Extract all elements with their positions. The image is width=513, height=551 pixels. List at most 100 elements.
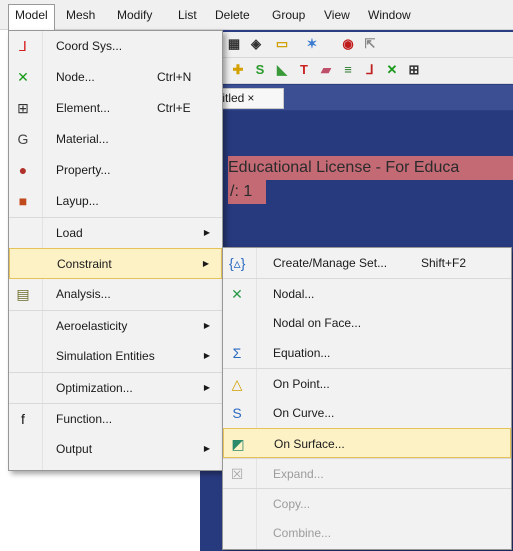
menu-modify[interactable]: Modify xyxy=(111,4,158,26)
on-point-icon: △ xyxy=(231,376,243,392)
model-menu-item-aeroelasticity[interactable]: Aeroelasticity ▶ xyxy=(9,310,222,341)
nodal-constraint-icon: ✕ xyxy=(231,286,243,302)
text-icon[interactable]: T xyxy=(296,62,312,78)
constraint-menu-item-label: Equation... xyxy=(273,346,331,360)
function-icon: f xyxy=(21,411,25,427)
analysis-icon: ▤ xyxy=(16,286,30,302)
menu-window[interactable]: Window xyxy=(362,4,417,26)
constraint-menu-item-label: Copy... xyxy=(273,497,311,511)
constraint-menu-item-combine: Combine... xyxy=(223,518,511,548)
constraint-menu-item-label: Combine... xyxy=(273,526,332,540)
model-menu-item-load[interactable]: Load ▶ xyxy=(9,217,222,248)
node-icon: ✕ xyxy=(17,69,29,85)
license-banner: Educational License - For Educa xyxy=(228,156,513,180)
constraint-submenu: {▵} Create/Manage Set... Shift+F2 ✕ Nodal...… xyxy=(222,247,512,550)
equation-icon: Σ xyxy=(232,345,242,361)
submenu-arrow-icon: ▶ xyxy=(203,383,210,392)
submenu-arrow-icon: ▶ xyxy=(203,444,210,453)
model-menu-item-optimization[interactable]: Optimization... ▶ xyxy=(9,372,222,403)
submenu-arrow-icon: ▶ xyxy=(203,351,210,360)
model-menu-item-label: Analysis... xyxy=(56,287,111,301)
constraint-menu-item-label: On Surface... xyxy=(274,437,345,451)
ruler-icon[interactable]: ▭ xyxy=(274,36,290,52)
model-menu-item-label: Output xyxy=(56,442,93,456)
expand-icon: ☒ xyxy=(230,466,244,482)
constraint-menu-item-nodal-on-face[interactable]: Nodal on Face... xyxy=(223,308,511,338)
constraint-menu-item-create-manage-set[interactable]: {▵} Create/Manage Set... Shift+F2 xyxy=(223,248,511,278)
model-menu-item-layup[interactable]: ■ Layup... xyxy=(9,186,222,217)
model-menu-item-label: Element... xyxy=(56,101,111,115)
model-menu-item-element[interactable]: ⊞ Element... Ctrl+E xyxy=(9,93,222,124)
model-menu-item-coord-sys[interactable]: ⅃ Coord Sys... xyxy=(9,31,222,62)
model-menu-item-label: Constraint xyxy=(57,257,112,271)
model-menu-item-label: Aeroelasticity xyxy=(56,319,128,333)
menu-group[interactable]: Group xyxy=(266,4,311,26)
cube-icon[interactable]: ◈ xyxy=(248,36,264,52)
on-curve-icon: S xyxy=(232,405,242,421)
constraint-menu-item-on-surface[interactable]: ◩ On Surface... xyxy=(223,428,511,458)
model-menu-item-label: Simulation Entities xyxy=(56,349,155,363)
menu-mesh[interactable]: Mesh xyxy=(60,4,101,26)
node-tool-icon[interactable]: ✕ xyxy=(384,62,400,78)
model-menu-item-node[interactable]: ✕ Node... Ctrl+N xyxy=(9,62,222,93)
model-menu: ⅃ Coord Sys... ✕ Node... Ctrl+N ⊞ Element... Ct… xyxy=(8,30,223,471)
layer-icon[interactable]: ≡ xyxy=(340,62,356,78)
document-tab-strip: titled × xyxy=(200,85,513,110)
surface-icon[interactable]: ◣ xyxy=(274,62,290,78)
submenu-arrow-icon: ▶ xyxy=(202,259,209,268)
pointer-icon[interactable]: ⇱ xyxy=(362,36,378,52)
constraint-menu-item-label: On Point... xyxy=(273,377,330,391)
model-menu-item-function[interactable]: f Function... xyxy=(9,403,222,434)
select-icon[interactable]: ◉ xyxy=(340,36,356,52)
model-menu-item-analysis[interactable]: ▤ Analysis... xyxy=(9,279,222,310)
model-menu-item-material[interactable]: G Material... xyxy=(9,124,222,155)
close-icon[interactable]: × xyxy=(247,91,254,105)
model-menu-item-property[interactable]: ● Property... xyxy=(9,155,222,186)
model-menu-item-label: Layup... xyxy=(56,194,99,208)
constraint-menu-item-nodal[interactable]: ✕ Nodal... xyxy=(223,278,511,308)
model-menu-item-output[interactable]: Output ▶ xyxy=(9,434,222,465)
constraint-menu-item-expand: ☒ Expand... xyxy=(223,458,511,488)
submenu-arrow-icon: ▶ xyxy=(203,321,210,330)
constraint-menu-item-equation[interactable]: Σ Equation... xyxy=(223,338,511,368)
grid-icon[interactable]: ▦ xyxy=(226,36,242,52)
model-menu-item-constraint[interactable]: Constraint ▶ xyxy=(9,248,222,279)
menu-view[interactable]: View xyxy=(318,4,356,26)
shortcut-text: Shift+F2 xyxy=(421,256,467,270)
menu-list[interactable]: List xyxy=(172,4,203,26)
model-menu-item-simulation-entities[interactable]: Simulation Entities ▶ xyxy=(9,341,222,372)
constraint-menu-item-on-curve[interactable]: S On Curve... xyxy=(223,398,511,428)
view-icon[interactable]: ✶ xyxy=(304,36,320,52)
coord-icon[interactable]: ⅃ xyxy=(362,62,378,78)
material-icon: G xyxy=(17,131,29,147)
on-surface-icon: ◩ xyxy=(231,436,245,452)
menu-model[interactable]: Model xyxy=(8,4,55,31)
shortcut-text: Ctrl+E xyxy=(157,101,191,115)
constraint-menu-item-label: Nodal... xyxy=(273,287,315,301)
toolbar-row-1: ▦ ◈ ▭ ✶ ◉ ⇱ xyxy=(200,32,513,58)
solid-icon[interactable]: ▰ xyxy=(318,62,334,78)
constraint-menu-item-on-point[interactable]: △ On Point... xyxy=(223,368,511,398)
constraint-menu-item-copy: Copy... xyxy=(223,488,511,518)
model-menu-item-label: Node... xyxy=(56,70,95,84)
model-menu-item-label: Optimization... xyxy=(56,381,133,395)
constraint-menu-item-label: Nodal on Face... xyxy=(273,316,362,330)
curve-icon[interactable]: S xyxy=(252,62,268,78)
version-banner: /: 1 xyxy=(228,180,266,204)
shortcut-text: Ctrl+N xyxy=(157,70,192,84)
element-tool-icon[interactable]: ⊞ xyxy=(406,62,422,78)
property-icon: ● xyxy=(18,162,28,178)
constraint-menu-item-label: On Curve... xyxy=(273,406,335,420)
constraint-menu-item-label: Create/Manage Set... xyxy=(273,256,388,270)
model-menu-item-label: Function... xyxy=(56,412,113,426)
model-menu-item-label: Property... xyxy=(56,163,111,177)
add-point-icon[interactable]: ✚ xyxy=(230,62,246,78)
menu-delete[interactable]: Delete xyxy=(209,4,256,26)
model-menu-item-label: Load xyxy=(56,226,83,240)
submenu-arrow-icon: ▶ xyxy=(203,228,210,237)
toolbar-row-2: ✚ S ◣ T ▰ ≡ ⅃ ✕ ⊞ xyxy=(200,58,513,84)
set-icon: {▵} xyxy=(229,255,246,271)
coord-sys-icon: ⅃ xyxy=(19,38,27,54)
model-menu-item-label: Material... xyxy=(56,132,109,146)
model-menu-item-label: Coord Sys... xyxy=(56,39,123,53)
